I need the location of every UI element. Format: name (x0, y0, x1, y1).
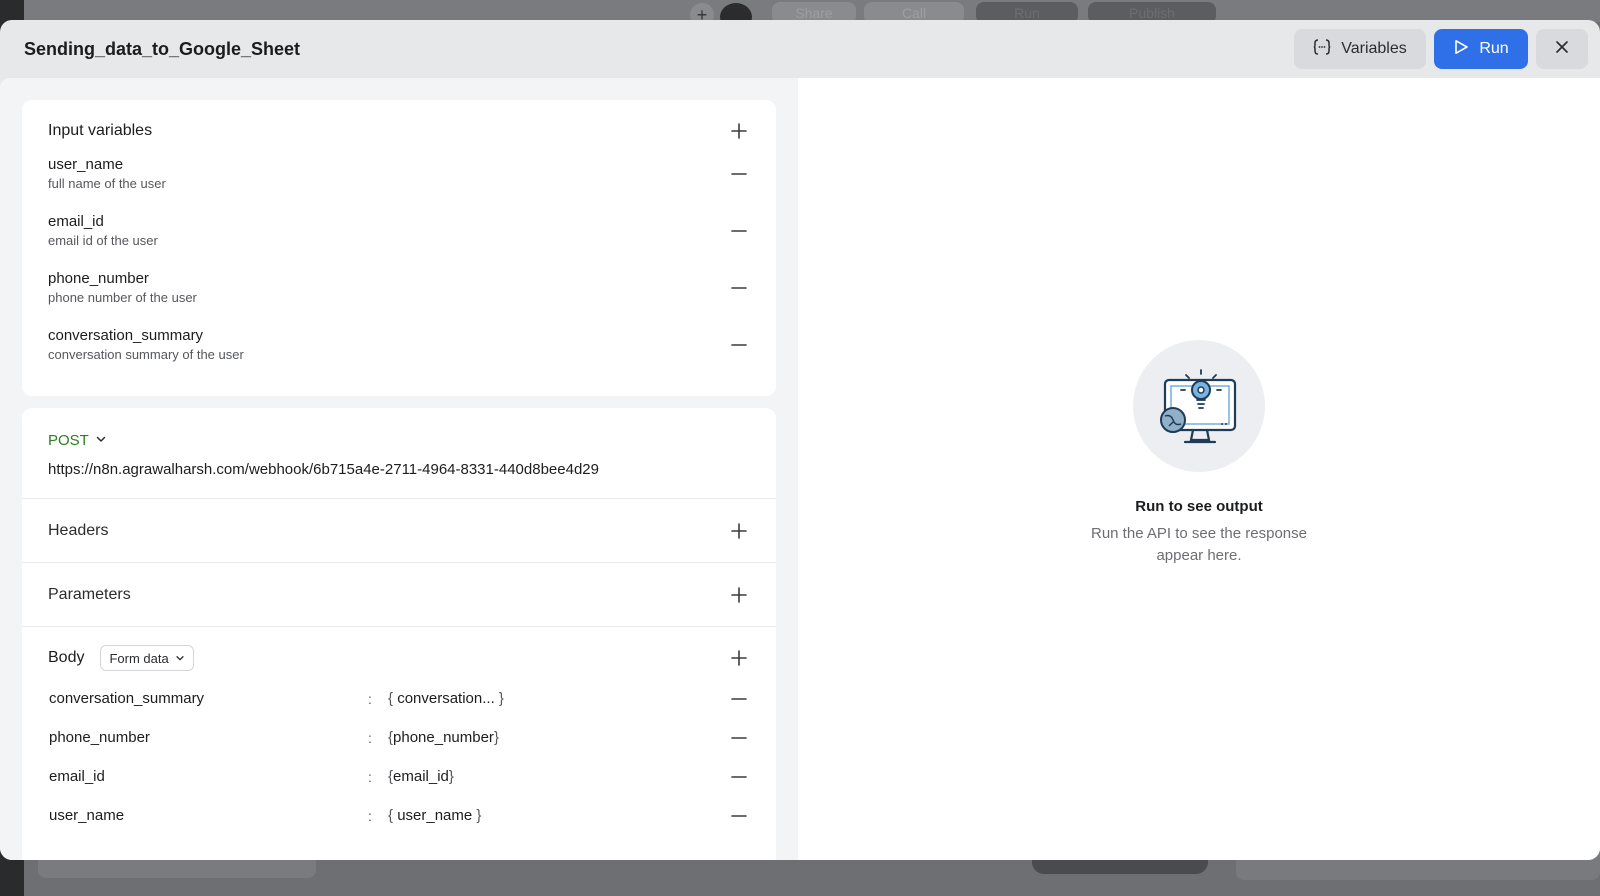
body-field-key[interactable]: conversation_summary (48, 690, 368, 707)
variable-description: phone number of the user (48, 290, 197, 305)
url-field[interactable]: https://n8n.agrawalharsh.com/webhook/6b7… (48, 461, 750, 478)
variable-description: email id of the user (48, 233, 158, 248)
header-actions: Variables Run (1294, 29, 1588, 69)
request-card: POST https://n8n.agrawalharsh.com/webhoo… (22, 408, 776, 860)
remove-variable-icon[interactable] (728, 220, 750, 242)
variables-button[interactable]: Variables (1294, 29, 1426, 69)
remove-body-field-icon[interactable] (728, 805, 750, 827)
body-field-value[interactable]: {email_id} (388, 768, 718, 785)
chevron-down-icon (175, 651, 185, 666)
input-variables-title: Input variables (48, 122, 153, 139)
parameters-label: Parameters (48, 585, 131, 603)
output-empty-state: Run to see output Run the API to see the… (798, 340, 1600, 567)
body-field-value-text: email_id (393, 768, 449, 785)
request-endpoint: POST https://n8n.agrawalharsh.com/webhoo… (22, 408, 776, 499)
modal-header: Sending_data_to_Google_Sheet Variables R… (0, 20, 1600, 78)
modal-title: Sending_data_to_Google_Sheet (24, 38, 301, 59)
variables-icon (1313, 38, 1331, 61)
variables-button-label: Variables (1341, 40, 1407, 57)
body-field-row: email_id : {email_id} (48, 757, 750, 796)
remove-body-field-icon[interactable] (728, 766, 750, 788)
variable-name: user_name (48, 156, 124, 173)
method-dropdown[interactable]: POST (48, 432, 750, 449)
remove-variable-icon[interactable] (728, 163, 750, 185)
body-field-separator: : (368, 768, 372, 785)
remove-variable-icon[interactable] (728, 277, 750, 299)
play-icon (1453, 39, 1469, 60)
body-field-row: conversation_summary : { conversation...… (48, 679, 750, 718)
body-section: Body Form data conversation_summary : { … (22, 627, 776, 835)
add-body-field-icon[interactable] (728, 647, 750, 669)
body-field-separator: : (368, 729, 372, 746)
body-field-value[interactable]: { conversation... } (388, 690, 718, 707)
input-variables-card: Input variables user_name full name of t… (22, 100, 776, 396)
close-icon (1555, 40, 1569, 59)
variable-item-phone-number: phone_number phone number of the user (48, 256, 750, 313)
body-label: Body (48, 649, 85, 666)
body-type-value: Form data (109, 650, 169, 666)
output-title: Run to see output (1135, 498, 1263, 515)
variable-description: full name of the user (48, 176, 166, 191)
add-variable-icon[interactable] (728, 120, 750, 142)
body-field-separator: : (368, 690, 372, 707)
body-field-key[interactable]: phone_number (48, 729, 368, 746)
variable-name: email_id (48, 213, 104, 230)
body-field-row: phone_number : {phone_number} (48, 718, 750, 757)
body-field-key[interactable]: email_id (48, 768, 368, 785)
body-field-value[interactable]: { user_name } (388, 807, 718, 824)
chevron-down-icon (95, 432, 107, 449)
body-field-row: user_name : { user_name } (48, 796, 750, 835)
add-parameter-icon[interactable] (728, 584, 750, 606)
parameters-section: Parameters (22, 563, 776, 627)
api-run-modal: Sending_data_to_Google_Sheet Variables R… (0, 20, 1600, 860)
request-config-pane: Input variables user_name full name of t… (0, 78, 798, 860)
variable-name: conversation_summary (48, 327, 204, 344)
run-button-label: Run (1479, 40, 1509, 57)
run-button[interactable]: Run (1434, 29, 1528, 69)
body-field-value-text: conversation... (397, 690, 495, 707)
headers-label: Headers (48, 521, 109, 539)
remove-body-field-icon[interactable] (728, 688, 750, 710)
headers-section: Headers (22, 499, 776, 563)
variable-item-user-name: user_name full name of the user (48, 142, 750, 199)
body-field-value-text: user_name (397, 807, 473, 824)
body-field-key[interactable]: user_name (48, 807, 368, 824)
modal-body: Input variables user_name full name of t… (0, 78, 1600, 860)
variable-name: phone_number (48, 270, 149, 287)
method-label: POST (48, 432, 89, 449)
output-subtitle: Run the API to see the response appear h… (1091, 525, 1307, 564)
body-field-value[interactable]: {phone_number} (388, 729, 718, 746)
body-field-value-text: phone_number (393, 729, 494, 746)
remove-variable-icon[interactable] (728, 334, 750, 356)
variable-item-email-id: email_id email id of the user (48, 199, 750, 256)
computer-gear-illustration (1133, 340, 1265, 472)
remove-body-field-icon[interactable] (728, 727, 750, 749)
body-type-select[interactable]: Form data (100, 645, 194, 671)
close-button[interactable] (1536, 29, 1588, 69)
variable-item-conversation-summary: conversation_summary conversation summar… (48, 313, 750, 370)
body-field-separator: : (368, 807, 372, 824)
variable-description: conversation summary of the user (48, 347, 244, 362)
output-pane: Run to see output Run the API to see the… (798, 78, 1600, 860)
add-header-icon[interactable] (728, 520, 750, 542)
